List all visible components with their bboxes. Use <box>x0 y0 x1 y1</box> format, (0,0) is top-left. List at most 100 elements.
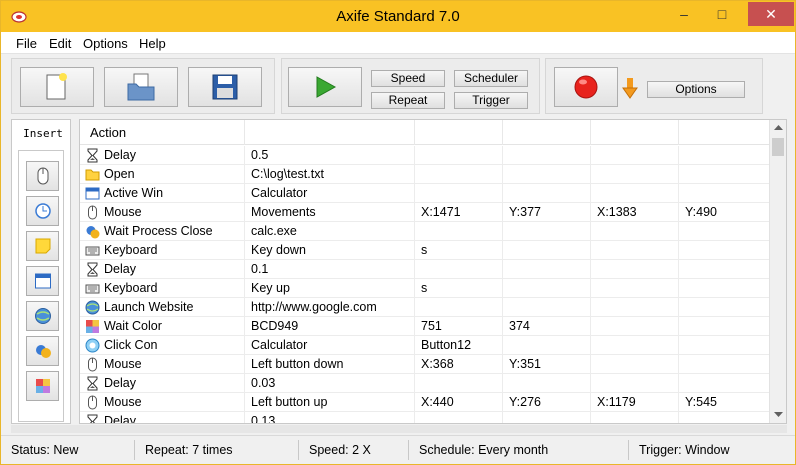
cell-value[interactable] <box>591 355 679 374</box>
action-grid[interactable]: Action Delay 0.5 Open C:\log\test.txt Active… <box>79 119 787 424</box>
cell-value[interactable] <box>503 412 591 423</box>
cell-value[interactable] <box>415 222 503 241</box>
insert-tab[interactable]: Insert <box>18 122 68 146</box>
cell-value[interactable]: Key down <box>245 241 415 260</box>
cell-value[interactable]: BCD949 <box>245 317 415 336</box>
table-row[interactable]: Active Win Calculator <box>80 184 770 203</box>
record-button[interactable] <box>554 67 618 107</box>
cell-action[interactable]: Open <box>80 165 245 184</box>
cell-value[interactable]: X:368 <box>415 355 503 374</box>
trigger-button[interactable]: Trigger <box>454 92 528 109</box>
cell-value[interactable]: X:1179 <box>591 393 679 412</box>
title-bar[interactable]: Axife Standard 7.0 ‒ □ ✕ <box>1 1 795 32</box>
cell-value[interactable] <box>415 374 503 393</box>
insert-color-button[interactable] <box>26 371 59 401</box>
cell-value[interactable] <box>415 260 503 279</box>
cell-action[interactable]: Wait Color <box>80 317 245 336</box>
cell-value[interactable] <box>591 222 679 241</box>
cell-value[interactable]: Y:351 <box>503 355 591 374</box>
cell-action[interactable]: Keyboard <box>80 279 245 298</box>
maximize-button[interactable]: □ <box>707 2 737 26</box>
table-row[interactable]: Delay 0.5 <box>80 146 770 165</box>
cell-action[interactable]: Delay <box>80 374 245 393</box>
insert-website-button[interactable] <box>26 301 59 331</box>
speed-button[interactable]: Speed <box>371 70 445 87</box>
cell-value[interactable]: http://www.google.com <box>245 298 415 317</box>
cell-value[interactable]: s <box>415 279 503 298</box>
cell-action[interactable]: Keyboard <box>80 241 245 260</box>
cell-value[interactable] <box>503 184 591 203</box>
cell-value[interactable] <box>415 146 503 165</box>
cell-value[interactable] <box>503 260 591 279</box>
cell-value[interactable]: 0.1 <box>245 260 415 279</box>
cell-value[interactable] <box>679 260 770 279</box>
cell-value[interactable]: 751 <box>415 317 503 336</box>
cell-value[interactable] <box>591 165 679 184</box>
cell-value[interactable]: 374 <box>503 317 591 336</box>
cell-value[interactable] <box>679 241 770 260</box>
cell-value[interactable] <box>503 241 591 260</box>
scroll-up-icon[interactable] <box>774 124 783 131</box>
table-row[interactable]: Delay 0.13 <box>80 412 770 423</box>
cell-value[interactable] <box>415 412 503 423</box>
cell-value[interactable]: 0.13 <box>245 412 415 423</box>
menu-options[interactable]: Options <box>83 36 128 51</box>
insert-delay-button[interactable] <box>26 196 59 226</box>
cell-value[interactable] <box>591 279 679 298</box>
cell-value[interactable] <box>679 165 770 184</box>
cell-value[interactable] <box>679 146 770 165</box>
insert-window-button[interactable] <box>26 266 59 296</box>
table-row[interactable]: Mouse Movements X:1471 Y:377 X:1383 Y:490 <box>80 203 770 222</box>
cell-value[interactable]: 0.03 <box>245 374 415 393</box>
column-header-action[interactable]: Action <box>80 120 245 145</box>
cell-action[interactable]: Mouse <box>80 393 245 412</box>
cell-value[interactable] <box>503 146 591 165</box>
cell-value[interactable]: Calculator <box>245 184 415 203</box>
cell-value[interactable]: Left button down <box>245 355 415 374</box>
cell-value[interactable] <box>503 336 591 355</box>
cell-value[interactable]: Y:545 <box>679 393 770 412</box>
cell-value[interactable] <box>591 412 679 423</box>
cell-value[interactable] <box>591 336 679 355</box>
cell-action[interactable]: Active Win <box>80 184 245 203</box>
cell-value[interactable] <box>679 336 770 355</box>
table-row[interactable]: Delay 0.03 <box>80 374 770 393</box>
save-button[interactable] <box>188 67 262 107</box>
cell-value[interactable] <box>679 279 770 298</box>
cell-value[interactable] <box>679 412 770 423</box>
table-row[interactable]: Mouse Left button down X:368 Y:351 <box>80 355 770 374</box>
cell-value[interactable] <box>679 298 770 317</box>
cell-value[interactable]: Y:276 <box>503 393 591 412</box>
cell-value[interactable] <box>679 184 770 203</box>
scroll-thumb[interactable] <box>772 138 784 156</box>
cell-action[interactable]: Wait Process Close <box>80 222 245 241</box>
cell-value[interactable] <box>503 165 591 184</box>
cell-action[interactable]: Click Con <box>80 336 245 355</box>
cell-value[interactable] <box>679 222 770 241</box>
table-row[interactable]: Click Con Calculator Button12 <box>80 336 770 355</box>
cell-action[interactable]: Mouse <box>80 355 245 374</box>
options-button[interactable]: Options <box>647 81 745 98</box>
cell-value[interactable]: s <box>415 241 503 260</box>
cell-action[interactable]: Mouse <box>80 203 245 222</box>
close-button[interactable]: ✕ <box>748 2 794 26</box>
insert-process-button[interactable] <box>26 336 59 366</box>
cell-value[interactable] <box>503 222 591 241</box>
cell-value[interactable] <box>679 355 770 374</box>
vertical-scrollbar[interactable] <box>769 120 786 423</box>
cell-value[interactable] <box>415 184 503 203</box>
cell-action[interactable]: Launch Website <box>80 298 245 317</box>
cell-value[interactable]: X:1471 <box>415 203 503 222</box>
cell-value[interactable] <box>503 374 591 393</box>
cell-value[interactable]: C:\log\test.txt <box>245 165 415 184</box>
cell-value[interactable] <box>591 298 679 317</box>
cell-value[interactable]: Calculator <box>245 336 415 355</box>
cell-value[interactable] <box>503 298 591 317</box>
cell-value[interactable]: Left button up <box>245 393 415 412</box>
cell-value[interactable] <box>591 374 679 393</box>
cell-value[interactable] <box>591 260 679 279</box>
play-button[interactable] <box>288 67 362 107</box>
cell-value[interactable] <box>679 317 770 336</box>
cell-value[interactable]: Y:377 <box>503 203 591 222</box>
cell-action[interactable]: Delay <box>80 260 245 279</box>
